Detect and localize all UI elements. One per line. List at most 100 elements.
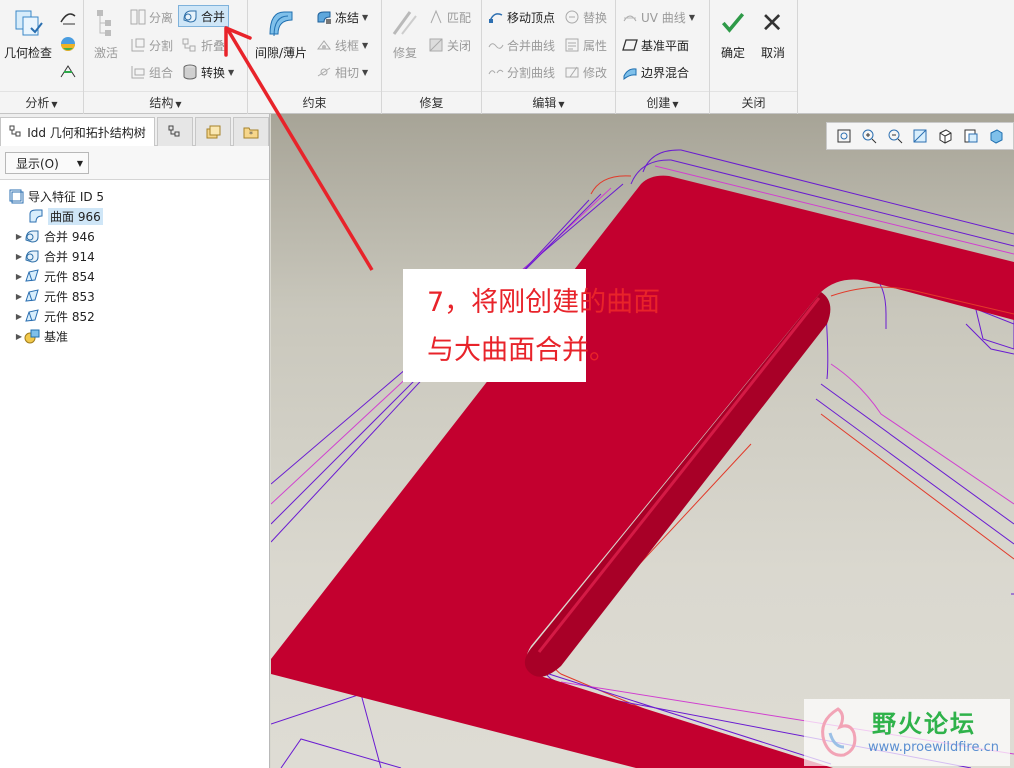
group-structure: 激活 分离 合并 分割 折叠 组合 转换 ▼ 结构 ▼ (84, 0, 248, 114)
repair-icon (392, 11, 417, 35)
cube-icon (939, 129, 952, 144)
wireframe-button[interactable]: 线框 ▼ (316, 34, 368, 56)
close-gap-button[interactable]: 关闭 (428, 34, 471, 56)
geometry-check-button[interactable]: 几何检查 (2, 6, 54, 61)
move-vertex-button[interactable]: 移动顶点 (488, 6, 555, 28)
merge-icon (183, 10, 197, 23)
close-gap-icon (429, 38, 443, 52)
callout-line-1: 7，将刚创建的曲面 (427, 287, 661, 318)
tangent-button[interactable]: 相切 ▼ (316, 61, 368, 83)
group-create: UV 曲线 ▼ 基准平面 边界混合 创建 ▼ (616, 0, 710, 114)
freeze-button[interactable]: 冻结 ▼ (316, 6, 368, 28)
activate-button[interactable]: 激活 (88, 6, 124, 61)
tree-item-surface-966[interactable]: 曲面 966 (0, 206, 269, 226)
tree-item-component-853[interactable]: ▶ 元件 853 (0, 286, 269, 306)
tab-favorites[interactable]: * (233, 117, 269, 146)
analysis-draft-icon[interactable] (59, 62, 77, 80)
group-title-repair: 修复 (382, 91, 481, 113)
datum-plane-button[interactable]: 基准平面 (622, 34, 689, 56)
tangent-icon (317, 67, 331, 77)
panel-tabs: Idd 几何和拓扑结构树 * (0, 114, 269, 146)
checkmark-icon (721, 13, 745, 33)
uv-curve-icon (623, 15, 637, 22)
tree-item-merge-946[interactable]: ▶ 合并 946 (0, 226, 269, 246)
model-tree-icon (168, 125, 180, 137)
split-button[interactable]: 分割 (130, 34, 173, 56)
tab-layers[interactable] (195, 117, 231, 146)
model-edge (590, 175, 632, 195)
group-title-analysis[interactable]: 分析 ▼ (0, 91, 83, 113)
show-dropdown[interactable]: 显示(O) ▼ (5, 152, 89, 174)
tree-item-component-852[interactable]: ▶ 元件 852 (0, 306, 269, 326)
zoom-out-button[interactable] (886, 127, 904, 145)
wireframe-icon (317, 40, 331, 50)
tree-icon (9, 125, 21, 137)
replace-button[interactable]: 替换 (564, 6, 607, 28)
ok-button[interactable]: 确定 (718, 6, 748, 61)
watermark-url: www.proewildfire.cn (868, 740, 999, 755)
tab-geometry-topology-tree[interactable]: Idd 几何和拓扑结构树 (0, 117, 155, 146)
move-vertex-icon (489, 13, 503, 23)
surface-icon (29, 209, 43, 223)
merge-curves-icon (488, 43, 504, 49)
repair-button[interactable]: 修复 (388, 6, 422, 61)
tree-item-datum[interactable]: ▶ 基准 (0, 326, 269, 346)
group-title-create[interactable]: 创建 ▼ (616, 91, 709, 113)
watermark-title: 野火论坛 (872, 710, 976, 738)
convert-button[interactable]: 转换 ▼ (182, 61, 234, 83)
model-edge (820, 383, 1014, 525)
expand-arrow-icon[interactable]: ▶ (14, 252, 24, 261)
boundary-blend-button[interactable]: 边界混合 (622, 61, 689, 83)
expand-arrow-icon[interactable]: ▶ (14, 232, 24, 241)
zoom-in-button[interactable] (860, 127, 878, 145)
saved-views-button[interactable] (962, 127, 980, 145)
datum-plane-icon (622, 39, 638, 51)
split-curves-button[interactable]: 分割曲线 (488, 61, 555, 83)
tree-item-merge-914[interactable]: ▶ 合并 914 (0, 246, 269, 266)
display-style-button[interactable] (936, 127, 954, 145)
activate-icon (97, 10, 111, 36)
model-edge (815, 398, 1014, 545)
view-manager-button[interactable] (987, 127, 1005, 145)
graphics-viewport[interactable]: 7，将刚创建的曲面 与大曲面合并。 野火论坛 www.proewildfire.… (271, 114, 1014, 768)
gap-sheet-icon (269, 11, 293, 37)
saved-views-icon (964, 129, 978, 143)
modify-button[interactable]: 修改 (564, 61, 607, 83)
zoom-in-icon (862, 129, 877, 144)
group-title-structure[interactable]: 结构 ▼ (84, 91, 247, 113)
group-repair: 修复 匹配 关闭 修复 (382, 0, 482, 114)
ribbon-toolbar: 几何检查 分析 ▼ 激活 分离 合并 分割 折叠 组合 转换 ▼ 结构 ▼ 间隙… (0, 0, 1014, 114)
flame-logo-icon (821, 707, 857, 757)
expand-arrow-icon[interactable]: ▶ (14, 272, 24, 281)
uv-curve-button[interactable]: UV 曲线 ▼ (622, 6, 695, 28)
tree-item-import-feature[interactable]: 导入特征 ID 5 (0, 186, 269, 206)
combine-icon (131, 66, 145, 79)
svg-text:*: * (249, 130, 253, 139)
expand-arrow-icon[interactable]: ▶ (14, 292, 24, 301)
analysis-curvature-icon[interactable] (59, 8, 77, 26)
group-title-edit[interactable]: 编辑 ▼ (482, 91, 615, 113)
property-icon (565, 38, 579, 52)
expand-arrow-icon[interactable]: ▶ (14, 332, 24, 341)
tree-item-component-854[interactable]: ▶ 元件 854 (0, 266, 269, 286)
tab-model-tree[interactable] (157, 117, 193, 146)
component-icon (25, 289, 39, 302)
model-edge (820, 413, 1014, 560)
zoom-out-icon (888, 129, 902, 144)
expand-arrow-icon[interactable]: ▶ (14, 312, 24, 321)
merge-button[interactable]: 合并 (178, 5, 230, 27)
combine-button[interactable]: 组合 (130, 61, 173, 83)
group-constraint: 间隙/薄片 冻结 ▼ 线框 ▼ 相切 ▼ 约束 (248, 0, 382, 114)
separate-button[interactable]: 分离 (130, 6, 173, 28)
fold-button[interactable]: 折叠 (182, 34, 225, 56)
repaint-button[interactable] (911, 127, 929, 145)
analysis-shading-icon[interactable] (59, 35, 77, 53)
fold-icon (182, 38, 196, 52)
match-button[interactable]: 匹配 (428, 6, 471, 28)
instruction-callout: 7，将刚创建的曲面 与大曲面合并。 (403, 269, 661, 382)
merge-curves-button[interactable]: 合并曲线 (488, 34, 555, 56)
refit-button[interactable] (835, 127, 853, 145)
gap-sheet-button[interactable]: 间隙/薄片 (254, 6, 308, 61)
property-button[interactable]: 属性 (564, 34, 607, 56)
cancel-button[interactable]: 取消 (758, 6, 788, 61)
